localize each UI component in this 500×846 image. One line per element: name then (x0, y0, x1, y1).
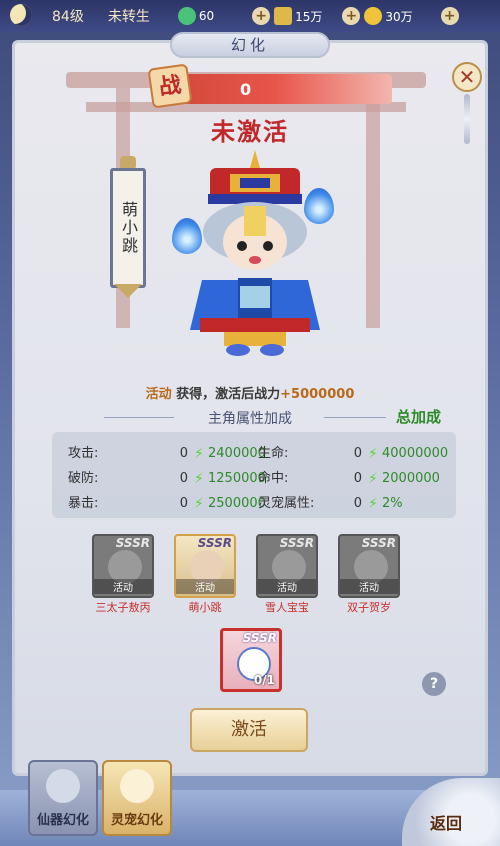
rarity-badge: SSSR (361, 536, 396, 550)
activation-info: 活动 获得，激活后战力+5000000 (0, 383, 500, 402)
stat-label: 攻击: (68, 446, 99, 461)
stat-label: 暴击: (68, 496, 99, 511)
activate-button[interactable]: 激活 (190, 708, 308, 752)
add-coin-button[interactable]: + (440, 7, 459, 25)
stat-current: 0 (179, 471, 188, 486)
lightning-icon: ⚡ (368, 471, 378, 487)
stat-row: 命中: 0 ⚡ 2000000 (258, 469, 454, 489)
pet-card-aobing[interactable]: SSSR 活动 (92, 534, 154, 598)
tab-artifact-transform[interactable]: 仙器幻化 (28, 760, 98, 836)
stat-label: 破防: (68, 471, 99, 486)
pet-character (180, 150, 330, 360)
stat-row: 灵宠属性: 0 ⚡ 2% (258, 494, 454, 514)
lightning-icon: ⚡ (368, 496, 378, 512)
blue-flame-left (172, 218, 202, 254)
close-button[interactable]: ✕ (452, 62, 482, 92)
coin-icon (364, 7, 383, 25)
material-count: 0/1 (253, 673, 275, 687)
coin-resource: 30万 (364, 7, 413, 25)
pet-icon (120, 769, 154, 803)
panel-title: 幻化 (170, 32, 330, 58)
stat-row: 破防: 0 ⚡ 1250000 (68, 469, 266, 489)
stat-current: 0 (179, 446, 188, 461)
ingot-icon (274, 7, 293, 25)
stat-current: 0 (179, 496, 188, 511)
back-button-label[interactable]: 返回 (430, 810, 462, 834)
stat-bonus: 2000000 (382, 471, 440, 486)
pet-source-tag: 活动 (340, 579, 398, 594)
total-bonus-label[interactable]: 总加成 (396, 406, 441, 427)
rarity-badge: SSSR (197, 536, 232, 550)
silver-value: 15万 (295, 9, 323, 24)
stamina-value: 60 (198, 9, 215, 23)
moon-icon (0, 0, 40, 32)
pet-character-art (190, 150, 320, 356)
stat-current: 0 (353, 471, 362, 486)
artifact-icon (46, 769, 80, 803)
rarity-badge: SSSR (242, 631, 277, 645)
stat-row: 暴击: 0 ⚡ 2500000 (68, 494, 266, 514)
stats-table: 攻击: 0 ⚡ 2400000 破防: 0 ⚡ 1250000 暴击: 0 ⚡ … (52, 432, 456, 518)
activation-status: 未激活 (211, 118, 289, 146)
add-silver-button[interactable]: + (342, 7, 361, 25)
stat-label: 灵宠属性: (258, 496, 315, 511)
pet-card-name: 双子贺岁 (347, 601, 391, 614)
stamina-resource: 60 (177, 7, 215, 25)
lightning-icon: ⚡ (194, 471, 204, 487)
coin-value: 30万 (385, 9, 413, 24)
stat-bonus: 40000000 (382, 446, 449, 461)
blue-flame-right (304, 188, 334, 224)
stamina-icon (177, 7, 196, 25)
silver-resource: 15万 (274, 7, 322, 25)
rarity-badge: SSSR (279, 536, 314, 550)
add-stamina-button[interactable]: + (252, 7, 271, 25)
pet-card-mengxiaotiao[interactable]: SSSR 活动 (174, 534, 236, 598)
pet-card-name: 萌小跳 (188, 601, 222, 614)
pet-name-scroll: 萌小跳 (110, 168, 146, 288)
tab-label: 仙器幻化 (36, 813, 89, 828)
pet-card-name: 三太子敖丙 (95, 601, 151, 614)
player-level: 84级 (52, 9, 84, 25)
info-source: 活动 (145, 387, 172, 402)
stat-row: 生命: 0 ⚡ 40000000 (258, 444, 454, 464)
stat-current: 0 (353, 446, 362, 461)
stat-label: 生命: (258, 446, 289, 461)
required-material-card[interactable]: SSSR 0/1 (220, 628, 282, 692)
pet-card-snowman[interactable]: SSSR 活动 (256, 534, 318, 598)
rebirth-status: 未转生 (107, 9, 150, 25)
lightning-icon: ⚡ (368, 446, 378, 462)
pet-card-name: 雪人宝宝 (265, 601, 309, 614)
lightning-icon: ⚡ (194, 446, 204, 462)
pet-source-tag: 活动 (176, 579, 234, 594)
stat-bonus: 2% (382, 496, 403, 511)
stat-current: 0 (353, 496, 362, 511)
rarity-badge: SSSR (115, 536, 150, 550)
tab-label: 灵宠幻化 (110, 813, 163, 828)
lightning-icon: ⚡ (194, 496, 204, 512)
pet-source-tag: 活动 (94, 579, 152, 594)
combat-power-banner (158, 74, 392, 104)
help-button[interactable]: ? (422, 672, 446, 696)
tab-pet-transform[interactable]: 灵宠幻化 (102, 760, 172, 836)
pet-card-twins[interactable]: SSSR 活动 (338, 534, 400, 598)
stat-row: 攻击: 0 ⚡ 2400000 (68, 444, 266, 464)
stat-label: 命中: (258, 471, 289, 486)
combat-power-value: 0 (240, 80, 252, 99)
pet-source-tag: 活动 (258, 579, 316, 594)
info-bonus: +5000000 (280, 387, 355, 402)
section-divider-right (324, 417, 386, 418)
top-status-bar: 84级 未转生 60 + 15万 + 30万 + (0, 0, 500, 32)
info-text: 获得，激活后战力 (171, 387, 281, 402)
combat-power-icon: 战 (147, 63, 193, 109)
